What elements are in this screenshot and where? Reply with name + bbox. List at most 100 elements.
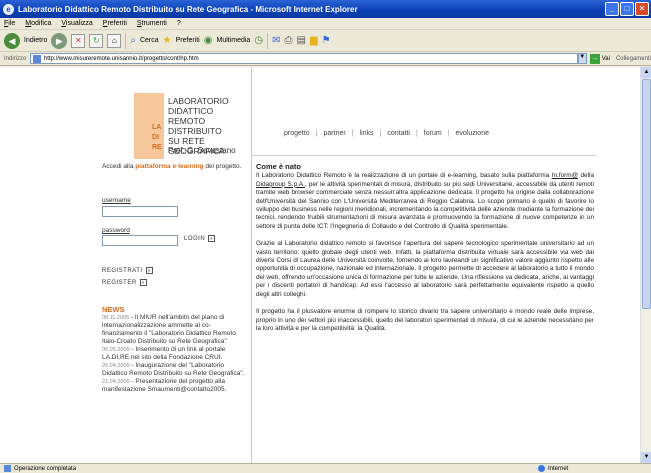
register-link-en[interactable]: REGISTER » [102,279,147,286]
didagroup-link[interactable]: Didagroup S.p.A. [256,181,305,188]
top-nav: progetto | partner | links | contatti | foru… [252,125,596,141]
login-label: LOGIN [184,235,206,242]
menu-favorites[interactable]: Preferiti [103,20,127,27]
register-arrow-icon: » [139,279,147,286]
news-title: NEWS [102,305,125,314]
page-viewport: LABORATORIO DIDATTICO REMOTO DISTRIBUITO… [0,67,640,463]
menu-view[interactable]: Visualizza [61,20,92,27]
main-paragraph: Il progetto ha il plusvalore enorme di r… [256,308,594,332]
username-input[interactable] [102,206,178,217]
messenger-icon[interactable]: ⚑ [322,35,331,46]
print-icon[interactable]: ⎙ [284,35,292,46]
nav-forum[interactable]: forum [424,130,442,137]
logo-line: DISTRIBUITO [168,126,222,136]
access-suffix: del progetto. [203,163,242,170]
refresh-icon[interactable]: ↻ [89,33,104,48]
stop-icon[interactable]: ✕ [71,33,86,48]
back-arrow-icon[interactable]: ◀ [4,32,20,49]
go-button[interactable]: → Vai [589,53,610,64]
go-label: Vai [601,55,610,62]
register-label: REGISTER [102,279,137,286]
username-label: username [102,197,131,204]
media-icon[interactable]: ◉ [204,35,213,46]
vertical-scrollbar[interactable]: ▲ ▼ [640,67,651,463]
news-date: 05.05.2005 [102,347,130,353]
register-link-it[interactable]: REGISTRATI » [102,267,153,274]
toolbar-separator [267,32,269,49]
forward-arrow-icon[interactable]: ▶ [51,32,68,49]
search-icon[interactable]: ⌕ [130,35,136,46]
folder-icon[interactable]: ▆ [310,35,318,46]
menu-tools[interactable]: Strumenti [137,20,167,27]
links-label[interactable]: Collegamenti [616,56,651,62]
register-label: REGISTRATI [102,267,143,274]
register-arrow-icon: » [145,267,153,274]
login-arrow-icon: » [208,235,216,242]
go-arrow-icon: → [589,53,600,64]
news-item: 08.11.2005 - Il MIUR nell'ambito del pia… [102,314,250,346]
password-input[interactable] [102,235,178,246]
address-input[interactable]: http://www.misureremote.unisannio.it/pro… [29,53,578,64]
menu-help[interactable]: ? [177,20,181,27]
scroll-thumb[interactable] [642,79,651,309]
main-paragraph: Il Laboratorio Didattico Remoto è la rea… [256,172,594,231]
elearning-link[interactable]: piattaforma e-learning [135,163,203,170]
nav-progetto[interactable]: progetto [284,130,310,137]
nav-evoluzione[interactable]: evoluzione [456,130,489,137]
toolbar-separator [125,32,127,49]
password-label: password [102,227,130,234]
news-date: 08.11.2005 [102,315,130,321]
nav-partner[interactable]: partner [324,130,346,137]
logo-acronym-part: DI [152,134,159,141]
main-paragraph: Grazie al Laboratorio didattico remoto s… [256,240,594,298]
nav-links[interactable]: links [360,130,374,137]
menu-file[interactable]: File [4,20,15,27]
nav-separator: | [351,129,354,137]
logo-line: LABORATORIO [168,96,229,106]
scroll-down-icon[interactable]: ▼ [641,452,651,463]
mail-icon[interactable]: ✉ [272,35,280,46]
address-url: http://www.misureremote.unisannio.it/pro… [43,55,199,62]
logo-author: Prof. G. Savastano [168,146,236,155]
news-item: 05.05.2005 - Inserimento di un link al p… [102,346,250,362]
scroll-up-icon[interactable]: ▲ [641,67,651,78]
nav-contatti[interactable]: contatti [387,130,410,137]
home-icon[interactable]: ⌂ [107,33,122,48]
media-label[interactable]: Multimedia [216,37,250,44]
window-title: Laboratorio Didattico Remoto Distribuito… [18,4,358,14]
inform-link[interactable]: In.form@ [552,172,578,179]
status-bar: Operazione completata Internet [0,463,651,473]
news-date: 26.04.2005 [102,363,130,369]
text-run: della [578,172,594,180]
logo-acronym: LA DI RE [152,123,162,153]
text-run: Il Laboratorio Didattico Remoto è la rea… [256,172,552,180]
site-logo: LABORATORIO DIDATTICO REMOTO DISTRIBUITO… [134,93,252,159]
minimize-button[interactable]: _ [605,2,619,16]
login-button[interactable]: LOGIN » [184,235,216,242]
maximize-button[interactable]: □ [620,2,634,16]
favorites-label[interactable]: Preferiti [176,37,200,44]
nav-separator: | [315,129,318,137]
status-text: Operazione completata [14,465,77,472]
logo-line: DIDATTICO REMOTO [168,106,214,126]
favorites-star-icon[interactable]: ★ [163,35,172,46]
globe-icon [538,465,545,472]
news-item: 26.04.2005 - Inaugurazione del "Laborato… [102,362,250,378]
back-label[interactable]: Indietro [24,37,47,44]
edit-icon[interactable]: ▤ [296,35,305,46]
address-dropdown-icon[interactable]: ▼ [577,53,587,64]
text-run: , per le attività sperimentali di misura… [256,180,594,230]
close-button[interactable]: ✕ [635,2,649,16]
address-label: Indirizzo [4,55,27,62]
search-label[interactable]: Cerca [140,37,159,44]
nav-separator: | [447,129,450,137]
access-text: Accedi alla piattaforma e-learning del p… [102,163,247,171]
logo-acronym-part: LA [152,124,162,131]
menu-edit[interactable]: Modifica [25,20,51,27]
nav-separator: | [415,129,418,137]
history-icon[interactable]: ◷ [254,35,263,46]
news-date: 21.04.2005 [102,379,130,385]
access-prefix: Accedi alla [102,163,136,170]
news-list: 08.11.2005 - Il MIUR nell'ambito del pia… [102,314,250,394]
security-zone: Internet [538,465,568,472]
